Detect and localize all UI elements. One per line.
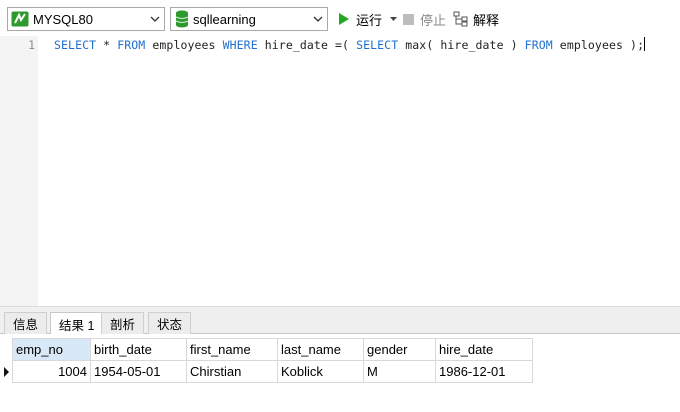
connection-name: MYSQL80	[33, 11, 93, 27]
cell-last-name[interactable]: Koblick	[277, 360, 364, 383]
column-header[interactable]: first_name	[186, 338, 278, 361]
table-header-row: emp_no birth_date first_name last_name g…	[12, 338, 533, 361]
explain-button[interactable]: 解释	[453, 8, 499, 30]
tab-profile[interactable]: 剖析	[101, 312, 145, 334]
sql-keyword: FROM	[117, 38, 146, 52]
cell-birth-date[interactable]: 1954-05-01	[90, 360, 187, 383]
run-button[interactable]: 运行	[338, 8, 398, 30]
result-table: emp_no birth_date first_name last_name g…	[12, 338, 533, 383]
line-gutter: 1	[0, 36, 38, 306]
sql-keyword: SELECT	[54, 38, 97, 52]
explain-label: 解释	[473, 12, 500, 28]
sql-keyword: FROM	[524, 38, 553, 52]
column-header[interactable]: gender	[363, 338, 436, 361]
column-header[interactable]: last_name	[277, 338, 364, 361]
cell-first-name[interactable]: Chirstian	[186, 360, 278, 383]
cell-gender[interactable]: M	[363, 360, 436, 383]
play-icon	[339, 13, 349, 25]
sql-text: employees );	[552, 38, 645, 52]
text-caret	[644, 37, 646, 51]
connection-icon	[11, 11, 29, 27]
connection-select[interactable]: MYSQL80	[7, 7, 165, 31]
sql-query[interactable]: SELECT * FROM employees WHERE hire_date …	[54, 37, 646, 53]
cell-emp-no[interactable]: 1004	[12, 360, 91, 383]
result-tabs: 信息 结果 1 剖析 状态	[0, 310, 680, 335]
tab-status[interactable]: 状态	[148, 312, 192, 334]
sql-keyword: WHERE	[222, 38, 258, 52]
stop-button[interactable]: 停止	[403, 8, 446, 30]
table-row[interactable]: 1004 1954-05-01 Chirstian Koblick M 1986…	[12, 360, 533, 383]
line-number: 1	[28, 38, 35, 52]
sql-text: *	[96, 38, 118, 52]
current-row-indicator-icon	[4, 367, 9, 377]
cell-hire-date[interactable]: 1986-12-01	[435, 360, 533, 383]
column-header[interactable]: birth_date	[90, 338, 187, 361]
sql-text: hire_date =(	[257, 38, 357, 52]
database-icon	[175, 10, 189, 28]
caret-down-icon[interactable]	[390, 16, 398, 22]
stop-icon	[403, 13, 414, 25]
tab-result-1[interactable]: 结果 1	[50, 312, 104, 335]
result-grid: emp_no birth_date first_name last_name g…	[0, 334, 680, 412]
stop-label: 停止	[420, 12, 447, 28]
explain-icon	[453, 11, 468, 27]
sql-text: max( hire_date )	[398, 38, 525, 52]
toolbar: MYSQL80 sqllearning 运行 停止 解释	[0, 0, 680, 36]
sql-keyword: SELECT	[356, 38, 399, 52]
chevron-down-icon[interactable]	[309, 8, 327, 30]
column-header[interactable]: hire_date	[435, 338, 533, 361]
run-label: 运行	[356, 12, 383, 28]
column-header[interactable]: emp_no	[12, 338, 91, 361]
chevron-down-icon[interactable]	[146, 8, 164, 30]
tab-info[interactable]: 信息	[4, 312, 48, 334]
sql-editor[interactable]: 1 SELECT * FROM employees WHERE hire_dat…	[0, 36, 680, 306]
sql-text: employees	[145, 38, 223, 52]
database-name: sqllearning	[193, 11, 256, 27]
database-select[interactable]: sqllearning	[170, 7, 328, 31]
